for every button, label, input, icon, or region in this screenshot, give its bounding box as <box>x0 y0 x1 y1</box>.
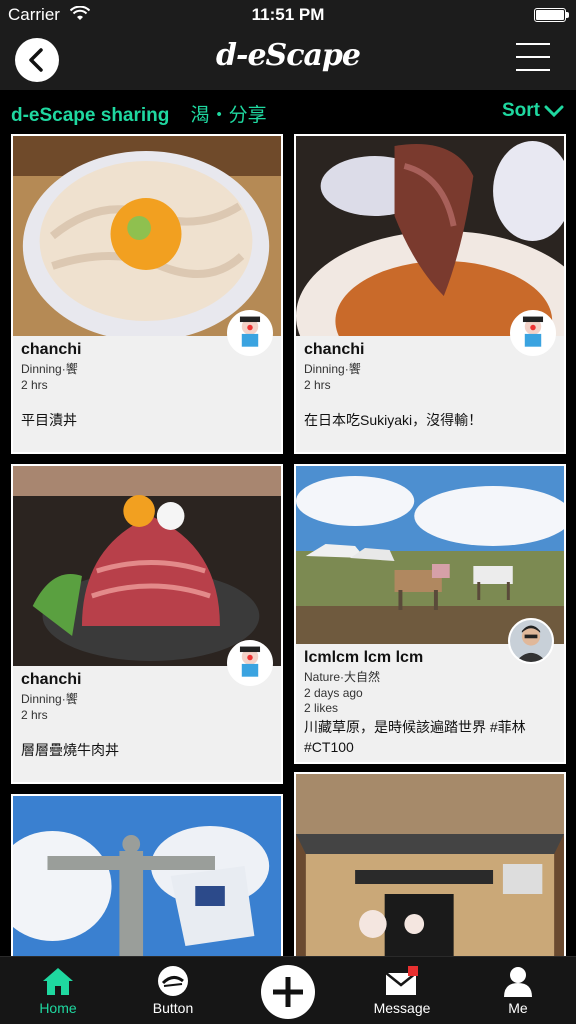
tab-button[interactable]: Button <box>123 957 223 1024</box>
post-card[interactable]: chanchi Dinning·饗 2 hrs 層層疊燒牛肉丼 <box>11 464 283 784</box>
post-likes[interactable]: 2 likes <box>304 701 556 715</box>
tab-message[interactable]: Message <box>352 957 452 1024</box>
nav-bar: d-eScape <box>0 30 576 90</box>
post-category: Dinning·饗 <box>21 692 78 706</box>
post-author[interactable]: chanchi <box>21 341 273 359</box>
post-age: 2 hrs <box>21 378 48 392</box>
hamburger-icon <box>516 43 550 45</box>
post-photo-roast-beef <box>13 466 281 666</box>
post-card[interactable]: chanchi Dinning·饗 2 hrs 平目漬丼 <box>11 134 283 454</box>
tab-label: Home <box>39 1000 77 1016</box>
post-category: Nature·大自然 <box>304 670 381 684</box>
home-icon <box>43 968 73 995</box>
plus-icon <box>273 977 303 1007</box>
post-caption: 平目漬丼 <box>21 412 77 428</box>
status-bar: Carrier 11:51 PM <box>0 0 576 30</box>
section-header: d-eScape sharing 渴・分享 Sort <box>0 90 576 132</box>
post-author[interactable]: lcmlcm lcm lcm <box>304 649 556 667</box>
menu-button[interactable] <box>516 43 550 75</box>
post-category: Dinning·饗 <box>21 362 78 376</box>
post-photo-fish-bowl <box>13 136 281 336</box>
post-caption: 層層疊燒牛肉丼 <box>21 742 119 758</box>
post-age: 2 days ago <box>304 686 363 700</box>
post-caption: 川藏草原，是時候該遍踏世界 #菲林 #CT100 <box>304 719 526 755</box>
post-caption: 在日本吃Sukiyaki，沒得輸！ <box>304 412 483 428</box>
tab-label: Me <box>508 1000 528 1016</box>
tab-home[interactable]: Home <box>8 957 108 1024</box>
escape-logo-icon <box>158 966 188 996</box>
post-card[interactable] <box>294 772 566 956</box>
post-photo-christ-redeemer <box>13 796 281 956</box>
tab-label: Button <box>152 1000 194 1016</box>
add-post-button[interactable] <box>261 965 315 1019</box>
post-card[interactable] <box>11 794 283 956</box>
post-photo-sukiyaki <box>296 136 564 336</box>
tab-bar: Home Button Message Me <box>0 956 576 1024</box>
section-title-cjk: 渴・分享 <box>190 105 267 126</box>
post-age: 2 hrs <box>21 708 48 722</box>
chevron-down-icon <box>544 105 564 118</box>
app-logo: d-eScape <box>216 38 361 73</box>
post-photo-kyoto-house <box>296 774 564 956</box>
tab-label: Message <box>373 1000 431 1016</box>
post-author[interactable]: chanchi <box>304 341 556 359</box>
post-author[interactable]: chanchi <box>21 671 273 689</box>
section-title: d-eScape sharing 渴・分享 <box>11 100 267 127</box>
clock: 11:51 PM <box>251 5 325 24</box>
sort-label: Sort <box>502 100 540 121</box>
sort-button[interactable]: Sort <box>502 100 564 122</box>
post-card[interactable]: lcmlcm lcm lcm Nature·大自然 2 days ago 2 l… <box>294 464 566 764</box>
post-card[interactable]: chanchi Dinning·饗 2 hrs 在日本吃Sukiyaki，沒得輸… <box>294 134 566 454</box>
tab-me[interactable]: Me <box>468 957 568 1024</box>
mail-icon <box>385 966 418 995</box>
feed-grid[interactable]: chanchi Dinning·饗 2 hrs 平目漬丼 chanchi Din… <box>0 132 576 956</box>
battery-icon <box>534 8 569 22</box>
post-photo-grassland <box>296 466 564 644</box>
post-age: 2 hrs <box>304 378 331 392</box>
post-category: Dinning·饗 <box>304 362 361 376</box>
person-icon <box>504 967 532 997</box>
section-title-en: d-eScape sharing <box>11 105 170 126</box>
